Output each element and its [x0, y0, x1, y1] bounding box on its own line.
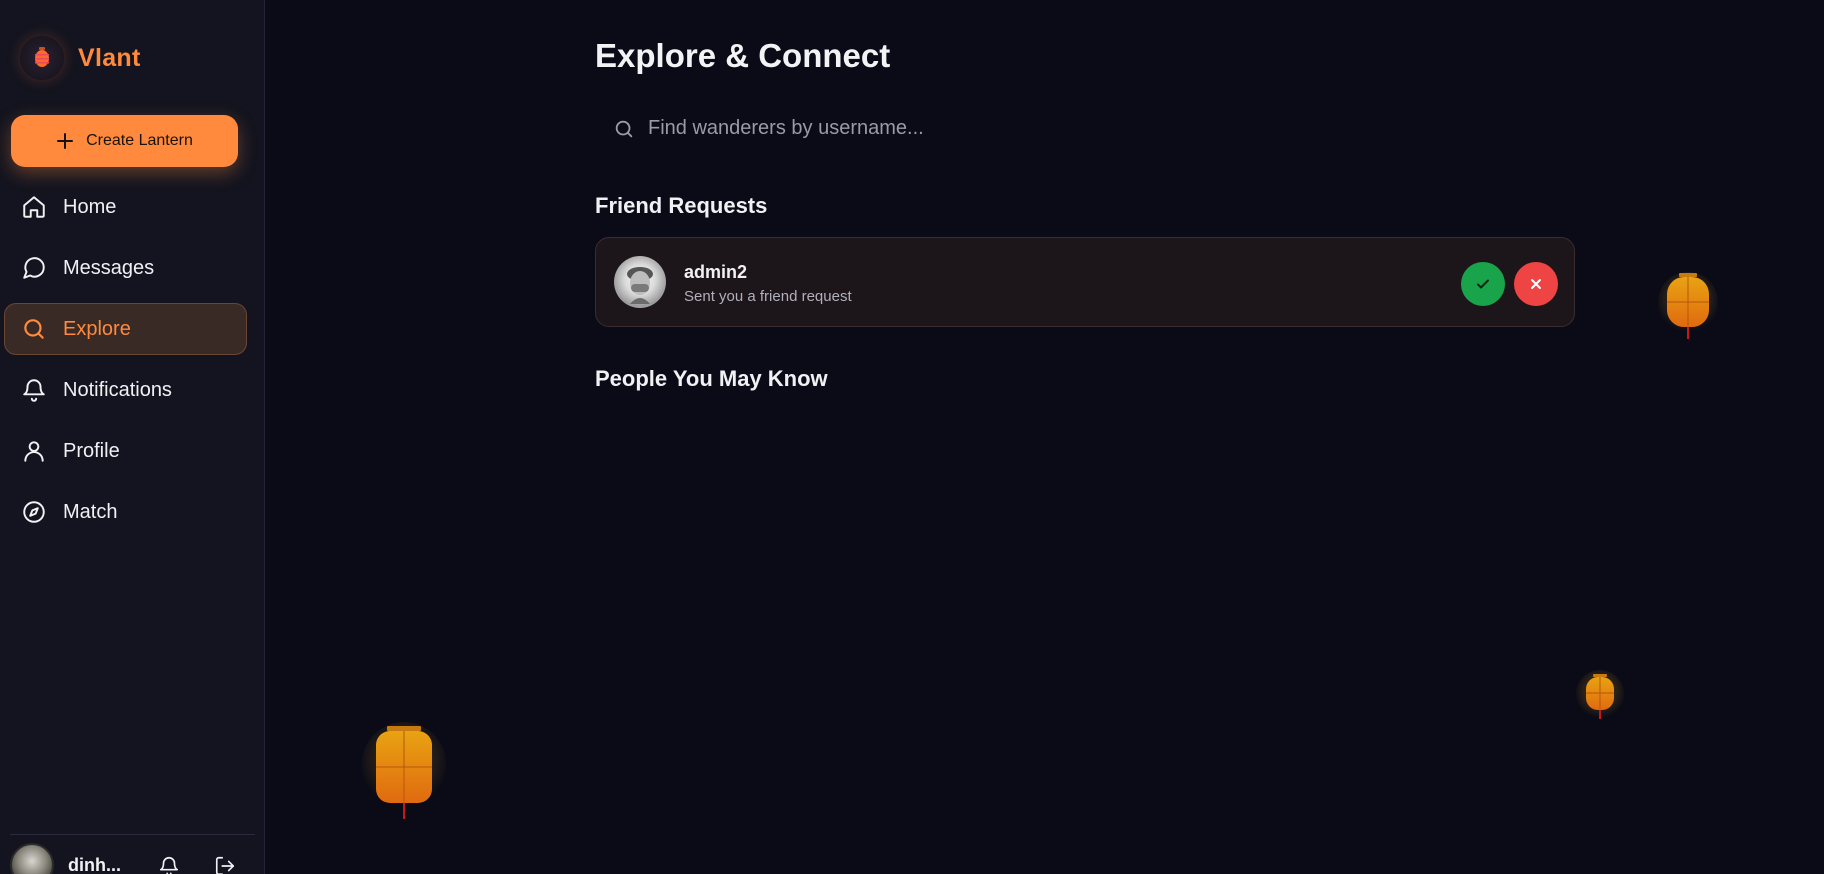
- people-you-may-know-title: People You May Know: [595, 366, 828, 391]
- sidebar: Vlant Create Lantern Home Messages Explo…: [0, 0, 265, 874]
- sidebar-item-profile[interactable]: Profile: [4, 425, 247, 477]
- brand-name: Vlant: [78, 43, 141, 72]
- accept-request-button[interactable]: [1461, 262, 1505, 306]
- sidebar-footer: dinh...: [10, 834, 255, 874]
- friend-requests-title: Friend Requests: [595, 193, 768, 218]
- sidebar-item-match[interactable]: Match: [4, 486, 247, 538]
- bell-icon[interactable]: [158, 855, 180, 874]
- sidebar-item-explore[interactable]: Explore: [4, 303, 247, 355]
- footer-username[interactable]: dinh...: [68, 855, 121, 874]
- sidebar-item-notifications[interactable]: Notifications: [4, 364, 247, 416]
- lantern-logo-icon: [20, 36, 64, 80]
- create-lantern-button[interactable]: Create Lantern: [11, 115, 238, 167]
- sidebar-item-label: Profile: [63, 439, 120, 462]
- lantern-decoration-icon: [362, 722, 446, 819]
- check-icon: [1477, 279, 1489, 289]
- plus-icon: [57, 133, 74, 149]
- sidebar-nav: Home Messages Explore Notifications Prof…: [4, 181, 247, 547]
- request-subtitle: Sent you a friend request: [684, 288, 852, 305]
- lantern-decoration-icon: [1658, 272, 1718, 339]
- message-icon: [23, 257, 45, 279]
- search-bar: [595, 102, 1575, 154]
- sidebar-item-label: Explore: [63, 317, 131, 340]
- user-icon: [24, 441, 44, 462]
- reject-request-button[interactable]: [1514, 262, 1558, 306]
- close-icon: [1531, 279, 1541, 289]
- home-icon: [23, 196, 45, 218]
- sidebar-item-label: Match: [63, 500, 118, 523]
- logout-icon[interactable]: [214, 855, 236, 874]
- sidebar-item-label: Home: [63, 195, 117, 218]
- page-title: Explore & Connect: [595, 37, 891, 74]
- sidebar-item-label: Notifications: [63, 378, 172, 401]
- search-input[interactable]: [595, 102, 1575, 154]
- search-icon: [615, 120, 633, 138]
- avatar[interactable]: [10, 843, 54, 874]
- bell-icon: [23, 379, 45, 402]
- sidebar-item-messages[interactable]: Messages: [4, 242, 247, 294]
- friend-request-card: admin2 Sent you a friend request: [595, 237, 1575, 327]
- lantern-decoration-icon: [1576, 670, 1624, 719]
- compass-icon: [23, 501, 45, 523]
- search-icon: [24, 319, 44, 339]
- avatar[interactable]: [614, 256, 666, 308]
- sidebar-item-home[interactable]: Home: [4, 181, 247, 233]
- brand[interactable]: Vlant: [20, 36, 141, 80]
- create-lantern-label: Create Lantern: [86, 132, 193, 149]
- request-username[interactable]: admin2: [684, 262, 747, 283]
- sidebar-item-label: Messages: [63, 256, 155, 279]
